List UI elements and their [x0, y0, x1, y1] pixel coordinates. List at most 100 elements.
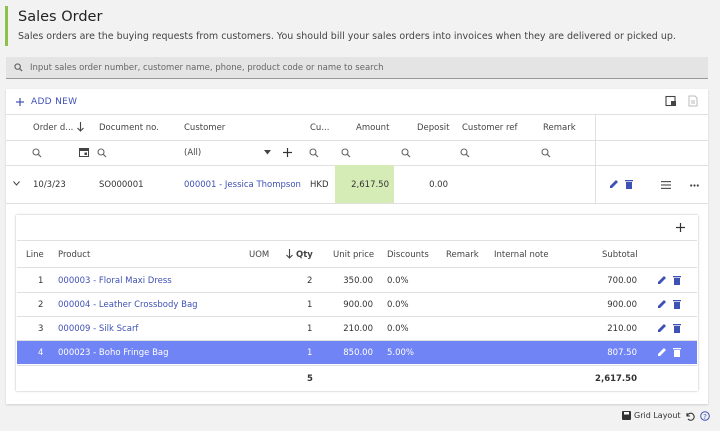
- col-discounts[interactable]: Discounts: [387, 250, 429, 260]
- pencil-icon[interactable]: [609, 179, 619, 189]
- save-icon[interactable]: [622, 411, 631, 420]
- total-qty: 5: [307, 374, 313, 384]
- search-icon[interactable]: [309, 148, 319, 158]
- amount: 2,617.50: [351, 180, 389, 190]
- order-date: 10/3/23: [33, 180, 66, 190]
- customer-filter-select[interactable]: (All): [184, 148, 201, 158]
- pencil-icon[interactable]: [657, 347, 667, 357]
- pencil-icon[interactable]: [657, 323, 667, 333]
- col-unit-price[interactable]: Unit price: [333, 250, 374, 260]
- add-new-button[interactable]: ADD NEW: [16, 95, 77, 109]
- add-new-label: ADD NEW: [31, 97, 78, 107]
- trash-icon[interactable]: [673, 299, 681, 309]
- divider: [6, 203, 708, 204]
- pencil-icon[interactable]: [657, 299, 667, 309]
- chevron-down-icon[interactable]: [13, 181, 20, 186]
- unit-price: 210.00: [343, 324, 373, 334]
- col-remark[interactable]: Remark: [543, 123, 576, 133]
- line-number: 1: [38, 276, 44, 286]
- search-icon[interactable]: [32, 148, 42, 158]
- report-icon[interactable]: [687, 95, 699, 107]
- divider: [17, 292, 697, 293]
- document-no: SO000001: [99, 180, 144, 190]
- product-link[interactable]: 000003 - Floral Maxi Dress: [58, 276, 172, 286]
- col-subtotal[interactable]: Subtotal: [602, 250, 638, 260]
- unit-price: 850.00: [343, 348, 373, 358]
- divider: [17, 365, 697, 366]
- col-line[interactable]: Line: [26, 250, 44, 260]
- deposit: 0.00: [429, 180, 448, 190]
- trash-icon[interactable]: [625, 179, 633, 189]
- col-uom[interactable]: UOM: [249, 250, 269, 260]
- col-document-no[interactable]: Document no.: [99, 123, 159, 133]
- product-link[interactable]: 000009 - Silk Scarf: [58, 324, 138, 334]
- search-icon[interactable]: [460, 148, 470, 158]
- product-link[interactable]: 000004 - Leather Crossbody Bag: [58, 300, 198, 310]
- grid-layout-button[interactable]: Grid Layout: [634, 411, 681, 420]
- search-icon[interactable]: [97, 148, 107, 158]
- help-icon[interactable]: ?: [700, 411, 710, 421]
- product-link[interactable]: 000023 - Boho Fringe Bag: [58, 348, 169, 358]
- col-customer-ref[interactable]: Customer ref: [462, 123, 518, 133]
- sort-arrow-icon[interactable]: [286, 249, 293, 259]
- line-number: 4: [38, 348, 44, 358]
- subtotal: 807.50: [607, 348, 637, 358]
- discount: 5.00%: [387, 348, 415, 358]
- sort-arrow-icon[interactable]: [77, 122, 84, 132]
- export-icon[interactable]: [665, 95, 677, 107]
- divider: [17, 267, 697, 268]
- pencil-icon[interactable]: [657, 275, 667, 285]
- calendar-icon[interactable]: [79, 147, 89, 157]
- col-remark[interactable]: Remark: [446, 250, 479, 260]
- page-header: Sales Order Sales orders are the buying …: [5, 6, 710, 46]
- page-title: Sales Order: [18, 9, 103, 25]
- page-subtitle: Sales orders are the buying requests fro…: [18, 31, 676, 42]
- customer-link[interactable]: 000001 - Jessica Thompson: [184, 180, 301, 190]
- col-deposit[interactable]: Deposit: [417, 123, 450, 133]
- col-currency[interactable]: Cu...: [310, 123, 329, 133]
- search-icon: [14, 63, 23, 72]
- search-icon[interactable]: [401, 148, 411, 158]
- subtotal: 900.00: [607, 300, 637, 310]
- col-product[interactable]: Product: [58, 250, 90, 260]
- trash-icon[interactable]: [673, 275, 681, 285]
- currency: HKD: [310, 180, 329, 190]
- col-order-date[interactable]: Order d...: [33, 123, 73, 133]
- total-subtotal: 2,617.50: [595, 374, 637, 384]
- plus-icon[interactable]: [676, 223, 685, 232]
- divider: [595, 114, 596, 203]
- search-icon[interactable]: [541, 148, 551, 158]
- search-input[interactable]: Input sales order number, customer name,…: [30, 63, 384, 73]
- line-number: 3: [38, 324, 44, 334]
- trash-icon[interactable]: [673, 347, 681, 357]
- discount: 0.0%: [387, 276, 409, 286]
- search-bar[interactable]: Input sales order number, customer name,…: [6, 57, 708, 79]
- divider: [6, 140, 708, 141]
- qty: 1: [307, 324, 313, 334]
- plus-icon: [16, 98, 24, 106]
- discount: 0.0%: [387, 324, 409, 334]
- subtotal: 210.00: [607, 324, 637, 334]
- col-amount[interactable]: Amount: [356, 123, 389, 133]
- qty: 1: [307, 300, 313, 310]
- divider: [6, 114, 708, 115]
- more-icon[interactable]: [690, 184, 699, 187]
- svg-text:?: ?: [703, 413, 707, 421]
- chevron-down-icon[interactable]: [264, 150, 271, 155]
- col-internal-note[interactable]: Internal note: [494, 250, 549, 260]
- col-customer[interactable]: Customer: [184, 123, 225, 133]
- divider: [17, 316, 697, 317]
- menu-icon[interactable]: [661, 181, 671, 189]
- plus-icon[interactable]: [283, 148, 292, 157]
- unit-price: 900.00: [343, 300, 373, 310]
- qty: 1: [307, 348, 313, 358]
- qty: 2: [307, 276, 313, 286]
- divider: [17, 240, 697, 241]
- unit-price: 350.00: [343, 276, 373, 286]
- trash-icon[interactable]: [673, 323, 681, 333]
- undo-icon[interactable]: [685, 411, 695, 421]
- discount: 0.0%: [387, 300, 409, 310]
- line-number: 2: [38, 300, 44, 310]
- search-icon[interactable]: [341, 148, 351, 158]
- col-qty[interactable]: Qty: [296, 250, 313, 260]
